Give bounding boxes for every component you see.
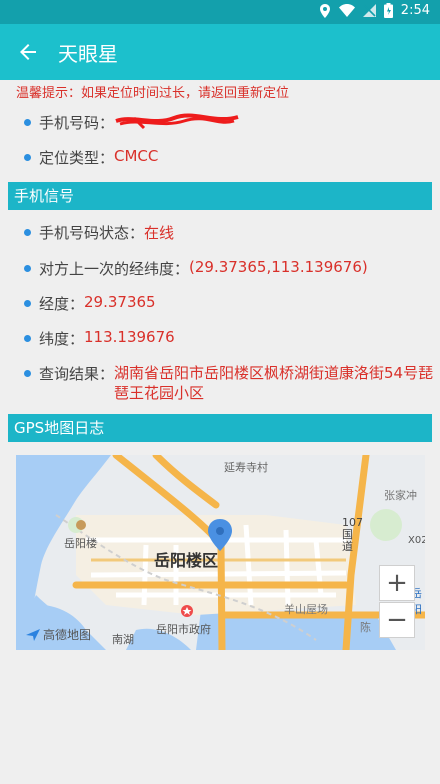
- last-coord-row: 对方上一次的经纬度： (29.37365,113.139676): [24, 258, 368, 279]
- longitude-value: 113.139676: [84, 328, 175, 346]
- map-label-gov: 岳阳市政府: [156, 623, 211, 636]
- zoom-in-button[interactable]: +: [379, 565, 415, 601]
- map-label-yangshan: 羊山屋场: [284, 603, 328, 616]
- locate-type-value: CMCC: [114, 147, 159, 165]
- query-result-value: 湖南省岳阳市岳阳楼区枫桥湖街道康洛街54号琵琶王花园小区: [114, 364, 434, 402]
- map-label-chen: 陈: [360, 621, 371, 634]
- hint-text: 温馨提示：如果定位时间过长，请返回重新定位: [16, 86, 290, 101]
- battery-icon: [383, 3, 393, 18]
- longitude-label: 纬度：: [39, 330, 85, 348]
- status-time: 2:54: [400, 3, 430, 18]
- longitude-row: 纬度： 113.139676: [24, 328, 175, 349]
- phone-label: 手机号码：: [39, 114, 115, 132]
- map-label-tower: 岳阳楼: [64, 537, 97, 550]
- query-result-row: 查询结果： 湖南省岳阳市岳阳楼区枫桥湖街道康洛街54号琵琶王花园小区: [24, 363, 434, 403]
- bullet-icon: [24, 154, 31, 161]
- locate-type-label: 定位类型：: [39, 149, 115, 167]
- amap-logo-icon: [26, 628, 40, 641]
- latitude-label: 经度：: [39, 295, 85, 313]
- last-coord-label: 对方上一次的经纬度：: [39, 260, 190, 278]
- page-title: 天眼星: [58, 41, 118, 66]
- bullet-icon: [24, 300, 31, 307]
- map-logo: 高德地图: [26, 626, 91, 643]
- map-logo-text: 高德地图: [43, 628, 92, 642]
- map-view[interactable]: 延寿寺村 张家冲 岳阳楼 X02 岳阳楼区 107国道 岳阳 羊山屋场 陈 岳阳…: [16, 455, 425, 650]
- back-button[interactable]: [0, 24, 56, 80]
- section-gps-map-log: GPS地图日志: [8, 414, 432, 442]
- number-status-value: 在线: [144, 224, 175, 242]
- bullet-icon: [24, 265, 31, 272]
- redacted-scribble: [115, 113, 239, 130]
- map-label-district: 岳阳楼区: [154, 551, 219, 570]
- wifi-icon: [338, 4, 355, 17]
- query-result-label: 查询结果：: [39, 365, 115, 383]
- locate-type-row: 定位类型： CMCC: [24, 147, 158, 168]
- zoom-out-button[interactable]: −: [379, 602, 415, 638]
- section-phone-signal: 手机信号: [8, 182, 432, 210]
- app-bar: 天眼星: [0, 24, 440, 80]
- bullet-icon: [24, 370, 31, 377]
- arrow-left-icon: [20, 44, 36, 60]
- map-label-road: 107国道: [342, 516, 363, 553]
- map-label-x02: X02: [408, 535, 425, 546]
- status-bar: 2:54: [0, 0, 440, 24]
- bullet-icon: [24, 335, 31, 342]
- map-label-temple: 延寿寺村: [224, 461, 268, 474]
- map-label-lake: 南湖: [112, 633, 134, 646]
- status-icons: 2:54: [319, 3, 430, 18]
- last-coord-value: (29.37365,113.139676): [189, 258, 368, 276]
- no-signal-icon: [362, 4, 376, 17]
- phone-row: 手机号码：: [24, 112, 242, 133]
- number-status-row: 手机号码状态： 在线: [24, 222, 174, 243]
- number-status-label: 手机号码状态：: [39, 224, 145, 242]
- bullet-icon: [24, 119, 31, 126]
- latitude-value: 29.37365: [84, 293, 156, 311]
- map-label-zhangjia: 张家冲: [384, 489, 417, 502]
- bullet-icon: [24, 229, 31, 236]
- location-icon: [319, 3, 330, 18]
- latitude-row: 经度： 29.37365: [24, 293, 156, 314]
